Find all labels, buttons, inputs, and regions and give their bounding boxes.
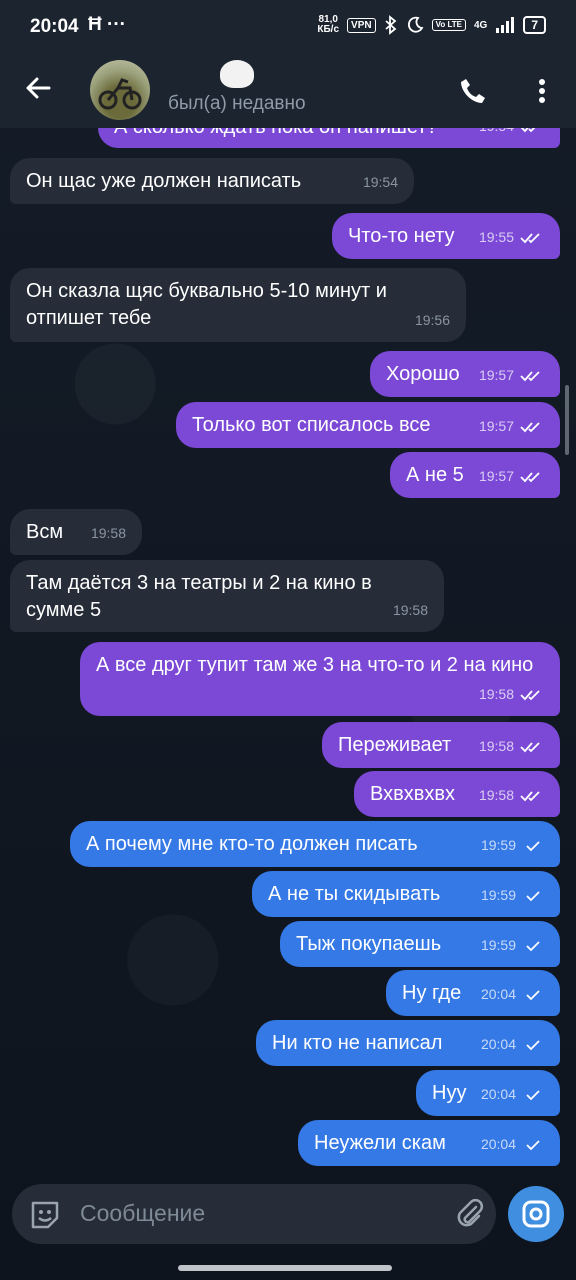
message-text: Нуу <box>432 1082 467 1104</box>
message-time: 19:56 <box>414 312 450 328</box>
message-time: 19:58 <box>479 782 544 809</box>
message-bubble-outgoing[interactable]: А все друг тупит там же 3 на что-то и 2 … <box>80 642 560 716</box>
message-bubble-outgoing[interactable]: Что-то нету 19:55 <box>332 213 560 259</box>
check-icon <box>526 841 540 852</box>
volte-icon: Vo LTE <box>431 19 466 31</box>
message-text: Неужели скам <box>314 1132 446 1154</box>
check-icon <box>526 891 540 902</box>
double-check-icon <box>520 233 540 244</box>
message-input[interactable]: Сообщение <box>80 1200 205 1227</box>
message-bubble-outgoing[interactable]: Неужели скам 20:04 <box>298 1120 560 1166</box>
message-text: Там даётся 3 на театры и 2 на кино в сум… <box>26 572 372 621</box>
check-icon <box>526 1140 540 1151</box>
message-bubble-outgoing[interactable]: А не ты скидывать 19:59 <box>252 871 560 917</box>
check-icon <box>526 941 540 952</box>
camera-button[interactable] <box>508 1186 564 1242</box>
message-time: 19:58 <box>479 733 544 760</box>
message-bubble-incoming[interactable]: Он сказла щяс буквально 5-10 минут и отп… <box>10 268 466 342</box>
message-time: 19:55 <box>479 224 544 251</box>
check-icon <box>526 1090 540 1101</box>
message-text: Он сказла щяс буквально 5-10 минут и отп… <box>26 280 387 329</box>
more-vertical-icon[interactable] <box>532 76 552 106</box>
message-input-bar[interactable]: Сообщение <box>12 1184 496 1244</box>
message-text: А не ты скидывать <box>268 883 441 905</box>
message-bubble-outgoing[interactable]: Ну где 20:04 <box>386 970 560 1016</box>
message-text: Тыж покупаешь <box>296 933 442 955</box>
message-text: Переживает <box>338 734 452 756</box>
double-check-icon <box>520 690 540 701</box>
chat-header: был(а) недавно <box>0 56 576 128</box>
message-bubble-outgoing[interactable]: Хорошо 19:57 <box>370 351 560 397</box>
message-text: А почему мне кто-то должен писать <box>86 833 418 855</box>
message-text: А все друг тупит там же 3 на что-то и 2 … <box>96 654 534 676</box>
message-time: 19:59 <box>481 882 544 909</box>
message-text: Он щас уже должен написать <box>26 170 302 192</box>
message-text: Ни кто не написал <box>272 1032 443 1054</box>
double-check-icon <box>520 422 540 433</box>
message-text: А не 5 <box>406 464 464 486</box>
message-text: Что-то нету <box>348 225 455 247</box>
message-time: 19:54 <box>362 174 398 190</box>
message-time: 20:04 <box>481 1081 544 1108</box>
bluetooth-icon <box>384 15 396 35</box>
message-time: 19:57 <box>479 463 544 490</box>
message-text: Хорошо <box>386 363 460 385</box>
message-text: Всм <box>26 521 64 543</box>
message-bubble-outgoing[interactable]: Ни кто не написал 20:04 <box>256 1020 560 1066</box>
message-bubble-outgoing[interactable]: Переживает 19:58 <box>322 722 560 768</box>
message-time: 19:59 <box>481 832 544 859</box>
message-time: 20:04 <box>481 981 544 1008</box>
double-check-icon <box>520 371 540 382</box>
message-bubble-outgoing[interactable]: Нуу 20:04 <box>416 1070 560 1116</box>
last-seen-status: был(а) недавно <box>168 93 306 114</box>
message-bubble-outgoing[interactable]: Только вот списалось все 19:57 <box>176 402 560 448</box>
message-bubble-outgoing[interactable]: Вхвхвхвх 19:58 <box>354 771 560 817</box>
message-time: 20:04 <box>481 1131 544 1158</box>
motorcycle-icon <box>98 78 142 110</box>
status-bar: 20:04 Ħ ··· 81,0 КБ/с VPN Vo LTE 4G 7 <box>0 0 576 56</box>
paperclip-icon[interactable] <box>454 1198 486 1230</box>
battery-icon: 7 <box>523 16 546 34</box>
network-speed-unit: КБ/с <box>317 24 340 35</box>
double-check-icon <box>520 742 540 753</box>
double-check-icon <box>520 791 540 802</box>
check-icon <box>526 1040 540 1051</box>
network-type: 4G <box>473 19 488 31</box>
scrollbar[interactable] <box>565 385 569 455</box>
message-bubble-outgoing[interactable]: А почему мне кто-то должен писать 19:59 <box>70 821 560 867</box>
message-time: 19:57 <box>479 413 544 440</box>
message-time: 19:58 <box>90 525 126 541</box>
message-bubble-outgoing[interactable]: Тыж покупаешь 19:59 <box>280 921 560 967</box>
message-time: 19:58 <box>479 681 544 708</box>
home-indicator[interactable] <box>178 1265 392 1271</box>
check-icon <box>526 990 540 1001</box>
moon-icon <box>407 16 424 33</box>
message-text: Ну где <box>402 982 462 1004</box>
network-speed: 81,0 КБ/с <box>317 15 339 35</box>
message-bubble-incoming[interactable]: Всм 19:58 <box>10 509 142 555</box>
message-bubble-incoming[interactable]: Он щас уже должен написать 19:54 <box>10 158 414 204</box>
message-time: 19:57 <box>479 362 544 389</box>
message-time: 19:59 <box>481 932 544 959</box>
sticker-icon[interactable] <box>28 1198 62 1232</box>
vpn-icon: VPN <box>347 17 376 33</box>
arrow-left-icon[interactable] <box>24 74 52 102</box>
camera-icon <box>522 1200 550 1228</box>
message-bubble-incoming[interactable]: Там даётся 3 на театры и 2 на кино в сум… <box>10 560 444 632</box>
double-check-icon <box>520 472 540 483</box>
status-indicators: 81,0 КБ/с VPN Vo LTE 4G 7 <box>317 15 546 35</box>
contact-name-emoji[interactable] <box>220 60 254 88</box>
message-time: 19:58 <box>392 602 428 618</box>
signal-icon <box>496 17 515 33</box>
message-time: 20:04 <box>481 1031 544 1058</box>
status-time: 20:04 <box>30 16 79 37</box>
phone-icon[interactable] <box>458 76 488 106</box>
message-text: Только вот списалось все <box>192 414 431 436</box>
message-text: Вхвхвхвх <box>370 783 455 805</box>
avatar[interactable] <box>90 60 150 120</box>
message-bubble-outgoing[interactable]: А не 5 19:57 <box>390 452 560 498</box>
status-notification-icons: Ħ ··· <box>88 14 126 35</box>
